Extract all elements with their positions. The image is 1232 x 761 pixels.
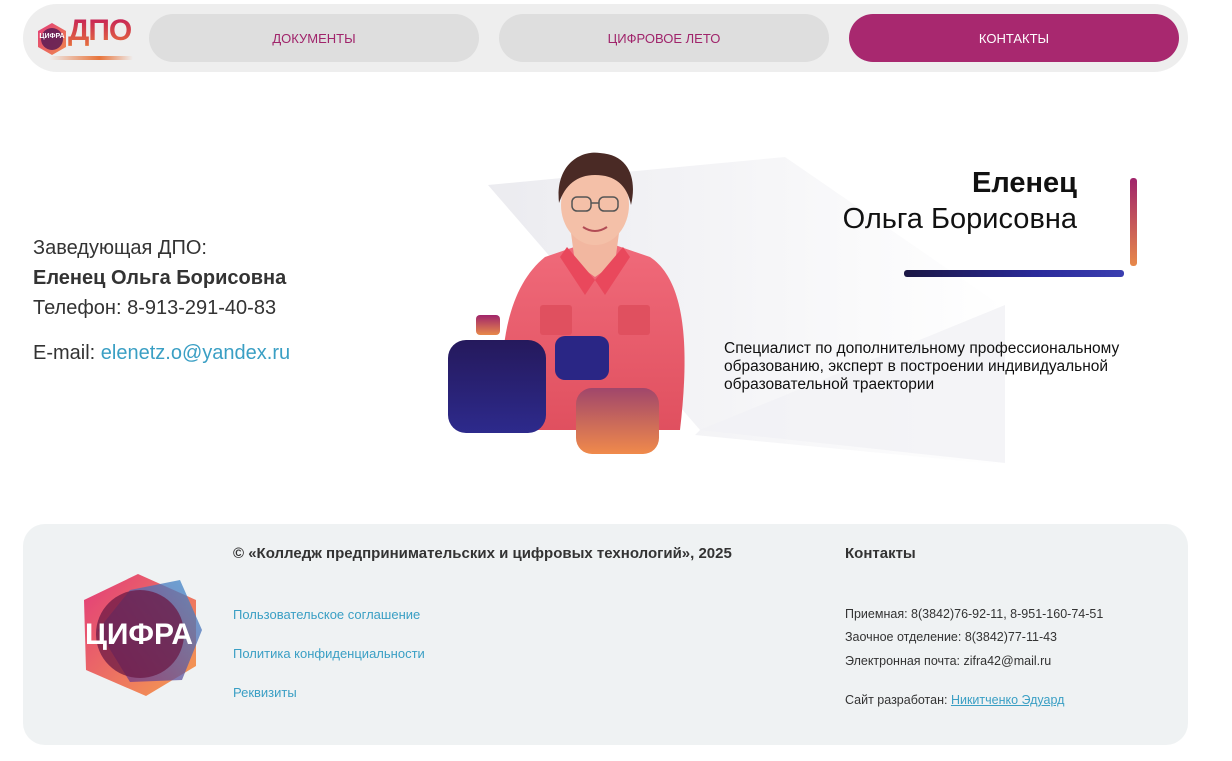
top-navigation: ЦИФРА ДПО ДОКУМЕНТЫ ЦИФРОВОЕ ЛЕТО КОНТАК… [23,4,1188,72]
card-first-names: Ольга Борисовна [842,203,1077,235]
card-name-block: Еленец Ольга Борисовна [843,165,1077,237]
footer-logo-text: ЦИФРА [84,618,194,651]
decor-square-small-navy [555,336,609,380]
footer-reception: Приемная: 8(3842)76-92-11, 8-951-160-74-… [845,607,1104,621]
decor-square-orange [576,388,659,454]
footer: ЦИФРА © «Колледж предпринимательских и ц… [23,524,1188,745]
footer-contacts-title: Контакты [845,545,916,562]
contact-phone: Телефон: 8-913-291-40-83 [33,297,277,319]
nav-item-digital-summer[interactable]: ЦИФРОВОЕ ЛЕТО [499,14,829,62]
accent-vertical-bar [1130,178,1137,266]
logo-badge-text: ЦИФРА [39,33,65,40]
privacy-policy-link[interactable]: Политика конфиденциальности [233,646,425,661]
footer-correspondence: Заочное отделение: 8(3842)77-11-43 [845,630,1058,644]
developed-by-label: Сайт разработан: [845,693,948,707]
email-link[interactable]: elenetz.o@yandex.ru [101,342,290,364]
footer-email: Электронная почта: zifra42@mail.ru [845,654,1052,668]
contact-email-row: E-mail: elenetz.o@yandex.ru [33,338,290,368]
logo-underline [49,56,133,60]
user-agreement-link[interactable]: Пользовательское соглашение [233,607,420,622]
footer-developer-row: Сайт разработан: Никитченко Эдуард [845,693,1064,707]
nav-item-documents[interactable]: ДОКУМЕНТЫ [149,14,479,62]
footer-cifra-logo[interactable]: ЦИФРА [78,570,206,700]
footer-copyright: © «Колледж предпринимательских и цифровы… [233,545,732,562]
card-last-name: Еленец [972,167,1077,199]
contact-info: Заведующая ДПО: Еленец Ольга Борисовна Т… [33,233,290,368]
dpo-logo[interactable]: ЦИФРА ДПО [35,14,135,60]
person-card: Еленец Ольга Борисовна Специалист по доп… [445,145,1165,470]
decor-square-tiny [476,315,500,335]
contact-name: Еленец Ольга Борисовна [33,267,287,289]
decor-square-navy [448,340,546,433]
accent-horizontal-bar [904,270,1124,277]
email-label: E-mail: [33,342,96,364]
developer-link[interactable]: Никитченко Эдуард [951,693,1064,707]
contact-role: Заведующая ДПО: [33,237,207,259]
logo-text: ДПО [68,14,132,47]
nav-item-contacts[interactable]: КОНТАКТЫ [849,14,1179,62]
requisites-link[interactable]: Реквизиты [233,685,297,700]
card-description: Специалист по дополнительному профессион… [724,340,1120,393]
